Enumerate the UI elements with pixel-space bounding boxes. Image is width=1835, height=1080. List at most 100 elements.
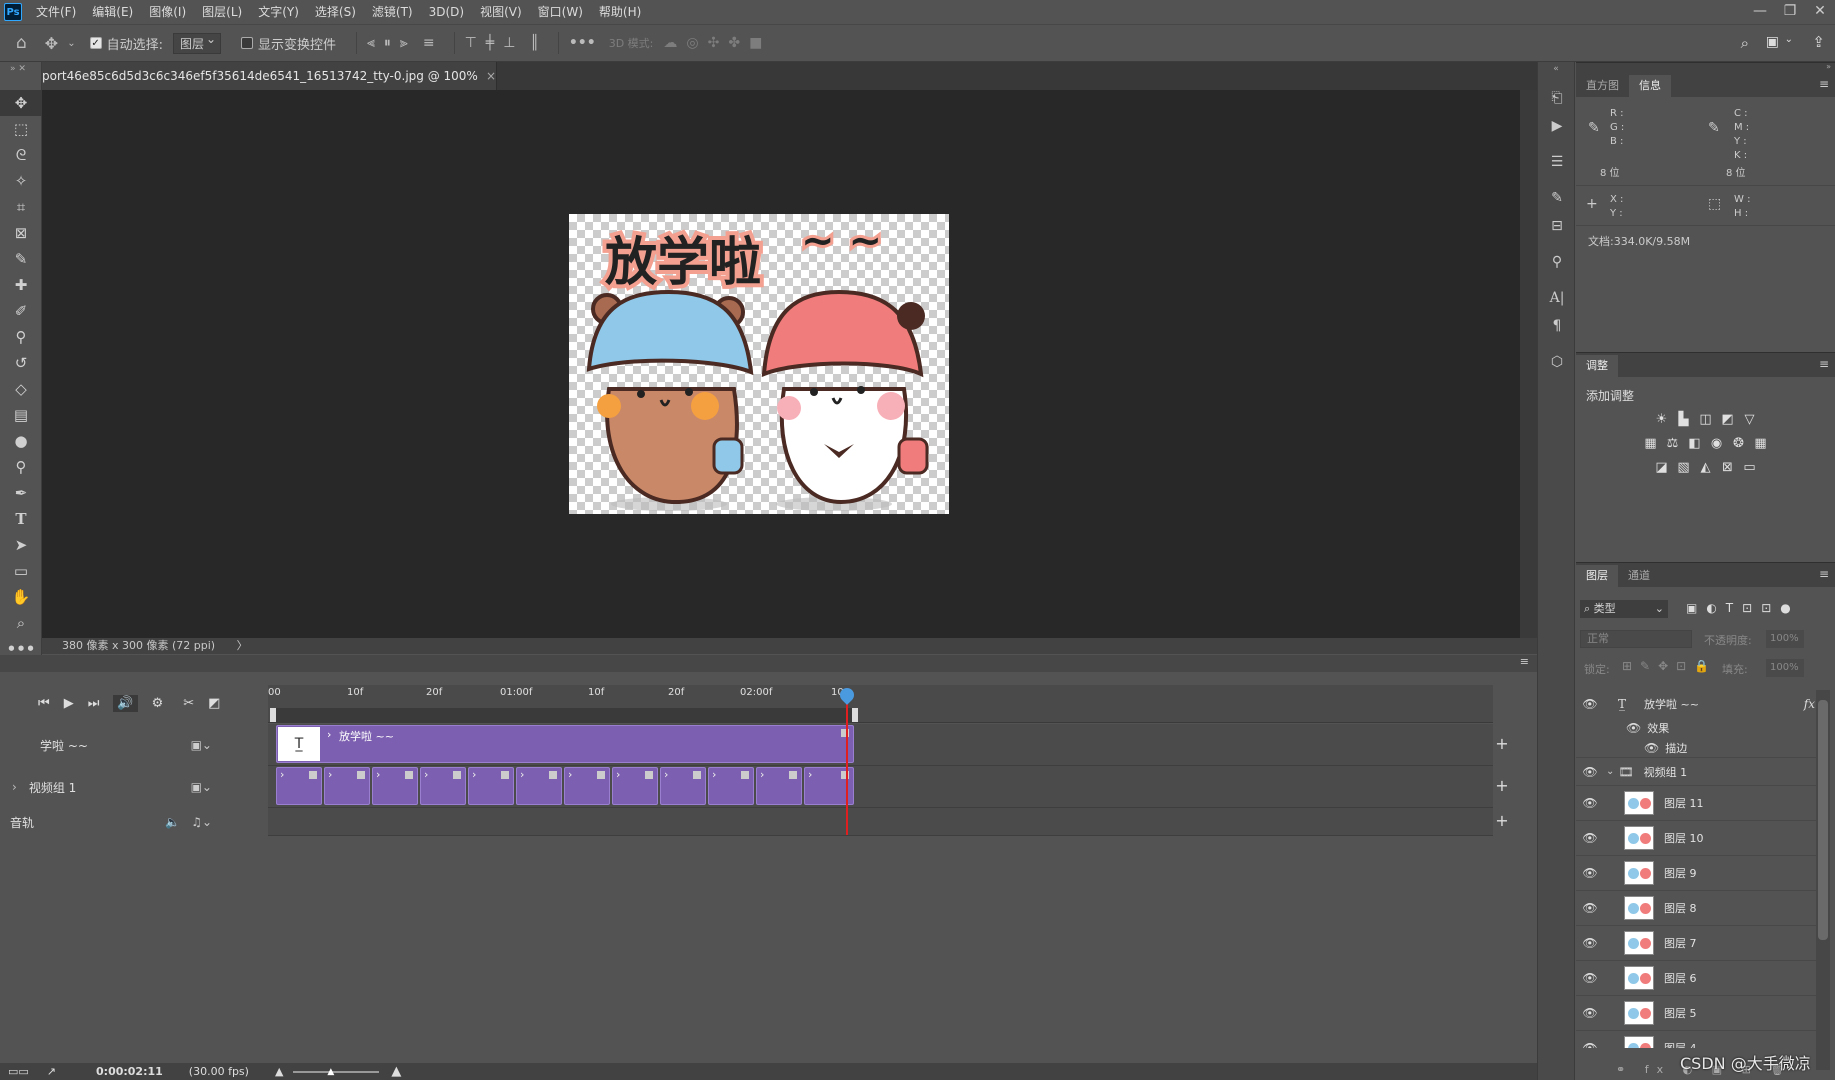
levels-icon[interactable]: ▙ [1673, 412, 1695, 428]
tab-layers[interactable]: 图层 [1576, 565, 1618, 587]
3d-slide-icon[interactable]: ✤ [728, 35, 740, 51]
exposure-icon[interactable]: ◩ [1717, 412, 1739, 428]
posterize-icon[interactable]: ▧ [1673, 460, 1695, 476]
split-scissors-icon[interactable]: ✂ [183, 696, 194, 711]
frame-clip[interactable] [756, 767, 802, 805]
tab-info[interactable]: 信息 [1629, 75, 1671, 97]
track-label-text[interactable]: 学啦 ~~ ▣⌄ [0, 724, 268, 766]
visibility-eye-icon[interactable]: 👁 [1644, 741, 1659, 755]
visibility-eye-icon[interactable]: 👁 [1576, 1041, 1604, 1048]
visibility-eye-icon[interactable]: 👁 [1576, 796, 1604, 810]
gradient-tool-icon[interactable]: ▤ [0, 402, 42, 428]
visibility-eye-icon[interactable]: 👁 [1576, 901, 1604, 915]
blend-mode-dropdown[interactable]: 正常 [1580, 630, 1692, 648]
blur-tool-icon[interactable]: ● [0, 428, 42, 454]
menu-image[interactable]: 图像(I) [141, 0, 194, 24]
show-transform-checkbox[interactable]: 显示变换控件 [241, 34, 336, 53]
rectangle-tool-icon[interactable]: ▭ [0, 558, 42, 584]
visibility-eye-icon[interactable]: 👁 [1576, 866, 1604, 880]
align-left-icon[interactable]: ⫷ [367, 35, 375, 51]
eyedropper-icon[interactable]: ✎ [0, 246, 42, 272]
tool-preset-chevron-icon[interactable]: ⌄ [67, 38, 75, 49]
layer-item[interactable]: 👁 图层 8 [1576, 891, 1821, 926]
first-frame-icon[interactable]: ⏮ [38, 696, 50, 711]
track-label-audio[interactable]: 音轨 🔈 ♫⌄ [0, 808, 268, 836]
color-balance-icon[interactable]: ⚖ [1662, 436, 1684, 452]
audio-toggle-icon[interactable]: 🔊 [113, 694, 138, 712]
layers-scrollbar-thumb[interactable] [1818, 700, 1828, 940]
workspace-icon[interactable]: ▣ [1766, 34, 1779, 50]
fill-input[interactable]: 100% [1766, 659, 1804, 677]
layer-item[interactable]: 👁 图层 6 [1576, 961, 1821, 996]
brush-tool-icon[interactable]: ✐ [0, 298, 42, 324]
toolbar-collapse-icon[interactable]: » ✕ [0, 62, 41, 90]
threshold-icon[interactable]: ◭ [1695, 460, 1717, 476]
layer-item[interactable]: 👁 图层 10 [1576, 821, 1821, 856]
text-clip[interactable]: › 放学啦 ~~ [276, 725, 854, 763]
visibility-eye-icon[interactable]: 👁 [1576, 765, 1604, 779]
brushes-panel-icon[interactable]: ⊟ [1538, 212, 1576, 240]
panel-menu-icon[interactable]: ≡ [1819, 357, 1829, 371]
canvas-scrollbar[interactable] [1520, 90, 1537, 638]
frame-clip[interactable] [420, 767, 466, 805]
frame-clip[interactable] [708, 767, 754, 805]
clone-stamp-icon[interactable]: ⚲ [0, 324, 42, 350]
work-area-bar[interactable] [270, 708, 858, 722]
search-icon[interactable]: ⌕ [1741, 34, 1749, 52]
track-label-video-group[interactable]: › 视频组 1 ▣⌄ [0, 766, 268, 808]
3d-orbit-icon[interactable]: ☁ [663, 35, 677, 51]
align-bottom-icon[interactable]: ⊥ [503, 35, 515, 51]
restore-button[interactable]: ❐ [1775, 0, 1805, 24]
marquee-tool-icon[interactable]: ⬚ [0, 116, 42, 142]
frame-clip[interactable] [276, 767, 322, 805]
frame-clip[interactable] [516, 767, 562, 805]
tab-histogram[interactable]: 直方图 [1576, 75, 1629, 97]
document-image[interactable]: 放学啦 ~ ~ [569, 214, 949, 514]
opacity-input[interactable]: 100% [1766, 630, 1804, 648]
work-area-end-handle[interactable] [852, 708, 858, 722]
minimize-button[interactable]: — [1745, 0, 1775, 24]
tab-adjustments[interactable]: 调整 [1576, 355, 1618, 377]
layer-text[interactable]: 👁 T̲ 放学啦 ~~ fx [1576, 690, 1821, 718]
magic-wand-icon[interactable]: ✧ [0, 168, 42, 194]
frame-clip[interactable] [324, 767, 370, 805]
auto-select-target-dropdown[interactable]: 图层 [172, 32, 221, 54]
document-tab-close-icon[interactable]: × [486, 69, 496, 83]
pen-tool-icon[interactable]: ✒ [0, 480, 42, 506]
3d-panel-icon[interactable]: ⬡ [1538, 348, 1576, 376]
photo-filter-icon[interactable]: ◉ [1706, 436, 1728, 452]
3d-pan-icon[interactable]: ✣ [708, 35, 720, 51]
panel-collapse-icon[interactable]: » [1576, 63, 1835, 73]
work-area-start-handle[interactable] [270, 708, 276, 722]
add-audio-button[interactable]: + [1492, 811, 1512, 830]
layer-video-group[interactable]: 👁 ⌄ 🎞 视频组 1 [1576, 758, 1821, 786]
menu-window[interactable]: 窗口(W) [530, 0, 591, 24]
distribute-v-icon[interactable]: ║ [530, 35, 538, 51]
selective-color-icon[interactable]: ⊠ [1717, 460, 1739, 476]
menu-view[interactable]: 视图(V) [472, 0, 530, 24]
add-media-button[interactable]: + [1492, 734, 1512, 753]
crop-tool-icon[interactable]: ⌗ [0, 194, 42, 220]
align-middle-icon[interactable]: ╪ [486, 35, 494, 51]
clone-source-icon[interactable]: ⚲ [1538, 248, 1576, 276]
3d-camera-icon[interactable]: ■ [749, 35, 762, 51]
brightness-contrast-icon[interactable]: ☀ [1651, 412, 1673, 428]
visibility-eye-icon[interactable]: 👁 [1576, 971, 1604, 985]
3d-roll-icon[interactable]: ◎ [686, 35, 698, 51]
paragraph-panel-icon[interactable]: ¶ [1538, 312, 1576, 340]
align-right-icon[interactable]: ⫸ [400, 35, 408, 51]
menu-file[interactable]: 文件(F) [28, 0, 84, 24]
visibility-eye-icon[interactable]: 👁 [1576, 936, 1604, 950]
timeline-settings-icon[interactable]: ⚙ [152, 696, 164, 711]
channel-mixer-icon[interactable]: ❂ [1728, 436, 1750, 452]
workspace-chevron-icon[interactable]: ⌄ [1785, 34, 1793, 45]
add-media-button[interactable]: + [1492, 776, 1512, 795]
menu-edit[interactable]: 编辑(E) [84, 0, 141, 24]
character-panel-icon[interactable]: A| [1538, 284, 1576, 312]
track-expand-icon[interactable]: › [12, 780, 17, 794]
invert-icon[interactable]: ◪ [1651, 460, 1673, 476]
playhead-line[interactable] [846, 688, 848, 835]
lasso-tool-icon[interactable]: ᘓ [0, 142, 42, 168]
layer-filter-dropdown[interactable]: ⌕ 类型 ⌄ [1580, 600, 1668, 618]
layer-item[interactable]: 👁 图层 5 [1576, 996, 1821, 1031]
